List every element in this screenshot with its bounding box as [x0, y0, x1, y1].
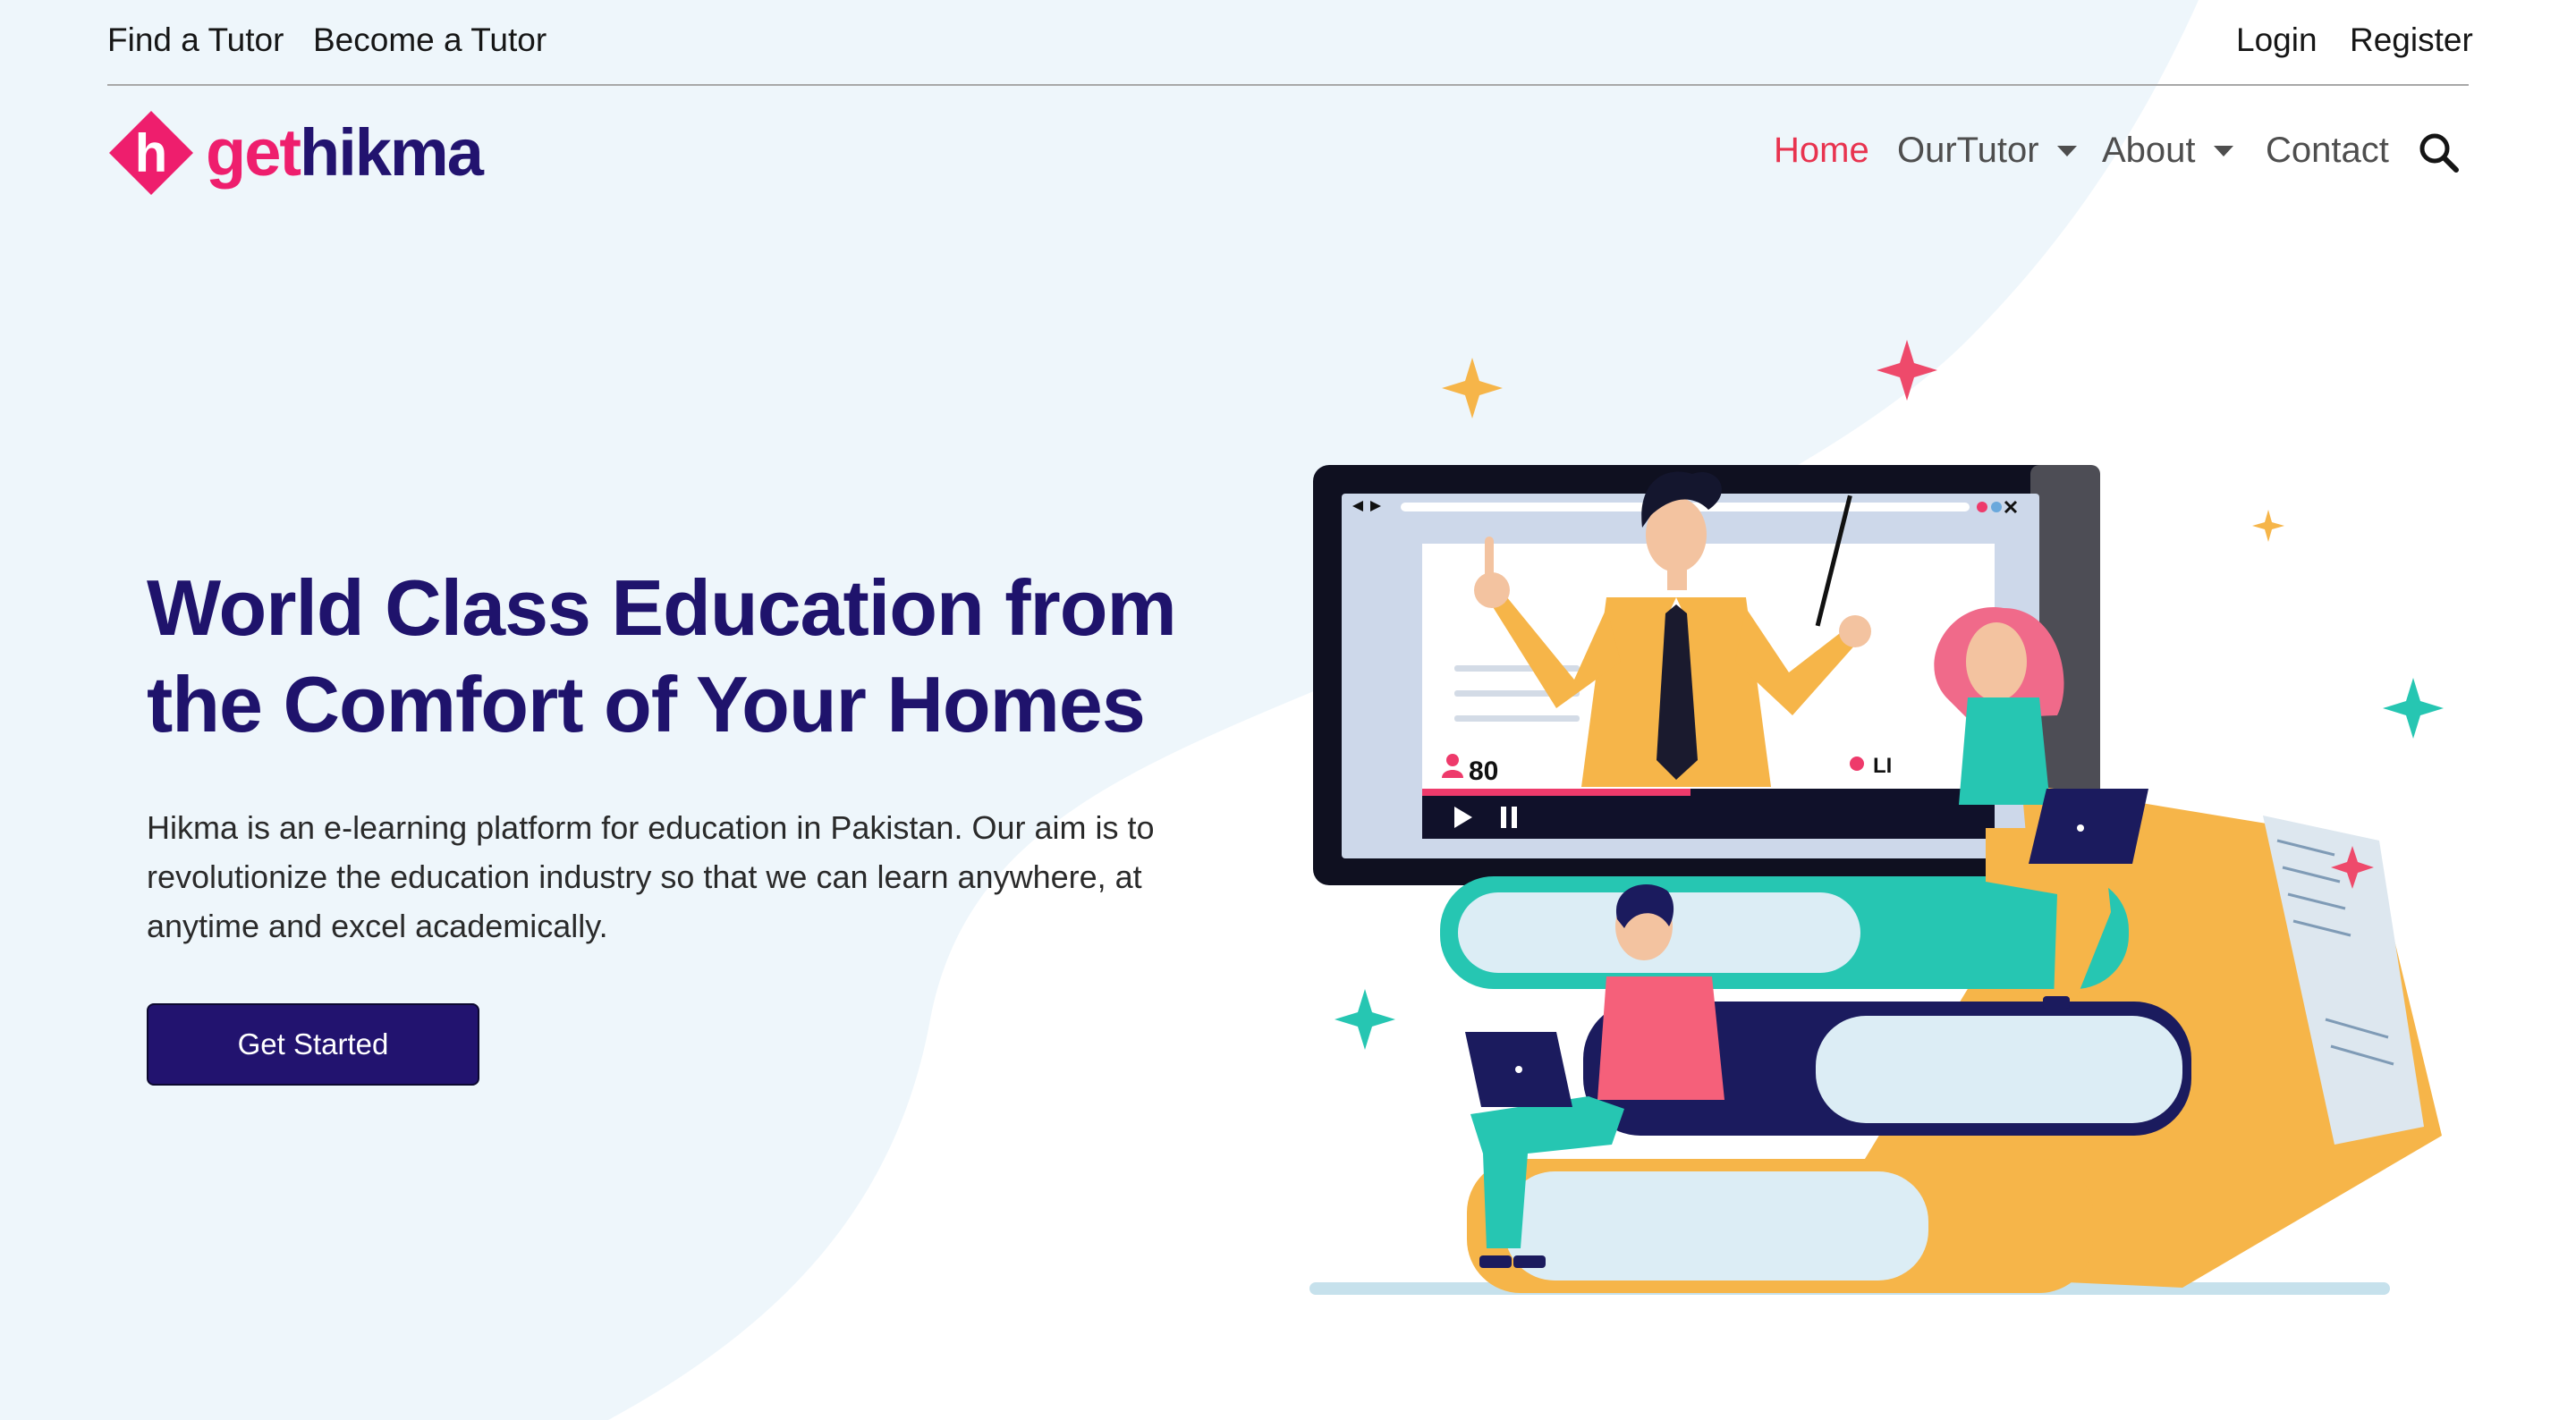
sparkle-icon: [2383, 678, 2444, 739]
hero-title: World Class Education from the Comfort of…: [147, 563, 1177, 748]
hero-illustration: 80 LI: [1309, 340, 2444, 1295]
viewer-icon: [1446, 754, 1459, 766]
main-navbar: h gethikma Home OurTutor About Contact: [107, 106, 2469, 204]
chevron-down-icon: [2213, 145, 2233, 156]
hero-description: Hikma is an e-learning platform for educ…: [147, 809, 1155, 944]
search-icon[interactable]: [2417, 131, 2460, 173]
sparkle-icon: [1442, 358, 1503, 418]
sparkle-icon: [2252, 510, 2284, 542]
pause-icon: [1501, 807, 1506, 828]
svg-text:LI: LI: [1873, 754, 1892, 778]
hikma-logo-icon: h: [109, 111, 193, 195]
register-link[interactable]: Register: [2350, 21, 2473, 59]
top-utility-bar: Find a Tutor Become a Tutor Login Regist…: [107, 0, 2473, 86]
find-tutor-link[interactable]: Find a Tutor: [107, 21, 284, 59]
sparkle-icon: [1335, 989, 1395, 1050]
svg-text:h: h: [135, 123, 168, 183]
chevron-down-icon: [2056, 145, 2077, 156]
sparkle-icon: [1877, 340, 1937, 401]
nav-home[interactable]: Home: [1774, 131, 1869, 171]
login-link[interactable]: Login: [2236, 21, 2318, 59]
svg-text:80: 80: [1469, 756, 1498, 786]
get-started-button[interactable]: Get Started: [147, 1003, 479, 1086]
site-logo[interactable]: h gethikma: [107, 109, 484, 197]
nav-our-tutor[interactable]: OurTutor: [1897, 131, 2077, 171]
become-tutor-link[interactable]: Become a Tutor: [313, 21, 547, 59]
nav-about[interactable]: About: [2102, 131, 2233, 171]
logo-wordmark: gethikma: [206, 115, 484, 190]
nav-contact[interactable]: Contact: [2266, 131, 2389, 171]
